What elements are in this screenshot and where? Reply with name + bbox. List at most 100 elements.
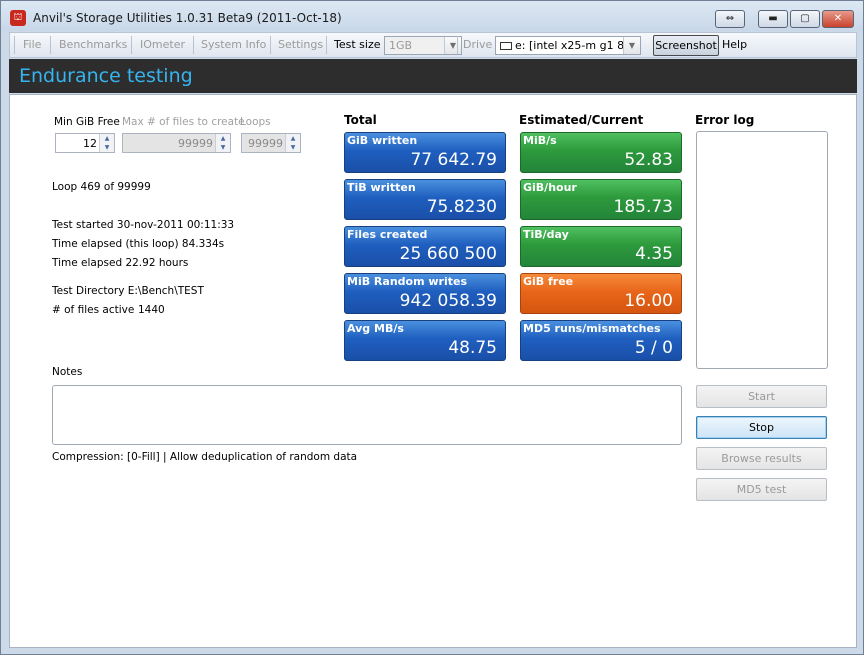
tile-label: TiB/day [523, 228, 569, 241]
swap-view-button[interactable]: ⇔ [715, 10, 745, 28]
tile-label: GiB free [523, 275, 574, 288]
menu-separator [193, 36, 194, 54]
drive-select[interactable]: e: [intel x25-m g1 80g ▼ [495, 36, 641, 55]
estimated-heading: Estimated/Current [519, 113, 644, 127]
tile-value: 77 642.79 [410, 150, 497, 170]
files-active-label: # of files active [52, 304, 135, 316]
notes-label: Notes [52, 366, 83, 378]
time-elapsed-loop: Time elapsed (this loop) 84.334s [52, 238, 225, 250]
tile-value: 4.35 [635, 244, 673, 264]
menu-help[interactable]: Help [722, 38, 747, 51]
menu-separator [457, 36, 458, 54]
test-size-select[interactable]: 1GB ▼ [384, 36, 462, 55]
tile-avg-mbs: Avg MB/s 48.75 [344, 320, 506, 361]
tile-label: GiB/hour [523, 181, 577, 194]
tile-label: MD5 runs/mismatches [523, 322, 661, 335]
stepper-buttons[interactable]: ▲ ▼ [99, 134, 114, 152]
window-title: Anvil's Storage Utilities 1.0.31 Beta9 (… [33, 11, 342, 25]
error-log-textarea[interactable] [696, 131, 828, 369]
tile-md5-runs: MD5 runs/mismatches 5 / 0 [520, 320, 682, 361]
min-gib-free-stepper[interactable]: 12 ▲ ▼ [55, 133, 115, 153]
time-elapsed-total: Time elapsed 22.92 hours [52, 257, 189, 269]
compression-info: Compression: [0-Fill] | Allow deduplicat… [52, 451, 358, 463]
app-window: ⛫ Anvil's Storage Utilities 1.0.31 Beta9… [0, 0, 864, 655]
menu-system-info[interactable]: System Info [201, 38, 266, 51]
maximize-button[interactable]: ▢ [790, 10, 820, 28]
main-panel: Min GiB Free Max # of files to create Lo… [9, 94, 857, 648]
page-title: Endurance testing [19, 65, 193, 87]
arrow-up-icon[interactable]: ▲ [286, 134, 300, 143]
total-heading: Total [344, 113, 377, 127]
tile-gib-hour: GiB/hour 185.73 [520, 179, 682, 220]
max-files-value: 99999 [178, 137, 213, 150]
tile-label: Avg MB/s [347, 322, 404, 335]
menu-benchmarks[interactable]: Benchmarks [59, 38, 127, 51]
max-files-label: Max # of files to create [122, 116, 245, 128]
md5-test-button[interactable]: MD5 test [696, 478, 827, 501]
page-header: Endurance testing [9, 59, 857, 93]
files-active-value: 1440 [138, 304, 165, 316]
tile-label: MiB Random writes [347, 275, 468, 288]
menu-bar: File Benchmarks IOmeter System Info Sett… [9, 32, 857, 58]
stepper-buttons[interactable]: ▲ ▼ [215, 134, 230, 152]
error-log-heading: Error log [695, 113, 755, 127]
arrow-down-icon[interactable]: ▼ [286, 143, 300, 152]
loops-value: 99999 [248, 137, 283, 150]
tile-value: 52.83 [624, 150, 673, 170]
tile-value: 5 / 0 [634, 338, 673, 358]
test-size-label: Test size [334, 38, 381, 51]
tile-mib-random-writes: MiB Random writes 942 058.39 [344, 273, 506, 314]
tile-label: Files created [347, 228, 428, 241]
screenshot-button[interactable]: Screenshot [653, 35, 719, 56]
tile-tib-day: TiB/day 4.35 [520, 226, 682, 267]
min-gib-free-value: 12 [83, 137, 97, 150]
drive-label: Drive [463, 38, 493, 51]
tile-label: GiB written [347, 134, 418, 147]
min-gib-free-label: Min GiB Free [54, 116, 120, 128]
loops-stepper[interactable]: 99999 ▲ ▼ [241, 133, 301, 153]
tile-value: 185.73 [613, 197, 673, 217]
test-directory: Test Directory E:\Bench\TEST [52, 285, 204, 297]
arrow-down-icon[interactable]: ▼ [216, 143, 230, 152]
menu-separator [131, 36, 132, 54]
loops-label: Loops [240, 116, 271, 128]
arrow-down-icon[interactable]: ▼ [100, 143, 114, 152]
tile-label: MiB/s [523, 134, 557, 147]
menu-settings[interactable]: Settings [278, 38, 323, 51]
chevron-down-icon: ▼ [444, 37, 461, 54]
arrow-up-icon[interactable]: ▲ [100, 134, 114, 143]
notes-textarea[interactable] [52, 385, 682, 445]
menu-separator [326, 36, 327, 54]
menu-separator [50, 36, 51, 54]
tile-value: 25 660 500 [399, 244, 497, 264]
tile-value: 16.00 [624, 291, 673, 311]
test-size-value: 1GB [389, 39, 413, 52]
tile-tib-written: TiB written 75.8230 [344, 179, 506, 220]
stop-button[interactable]: Stop [696, 416, 827, 439]
browse-results-button[interactable]: Browse results [696, 447, 827, 470]
menu-separator [14, 36, 15, 54]
title-bar[interactable]: ⛫ Anvil's Storage Utilities 1.0.31 Beta9… [1, 1, 863, 31]
tile-label: TiB written [347, 181, 416, 194]
tile-mibs: MiB/s 52.83 [520, 132, 682, 173]
tile-files-created: Files created 25 660 500 [344, 226, 506, 267]
close-button[interactable]: ✕ [822, 10, 854, 28]
stepper-buttons[interactable]: ▲ ▼ [285, 134, 300, 152]
menu-separator [270, 36, 271, 54]
tile-gib-written: GiB written 77 642.79 [344, 132, 506, 173]
anvil-app-icon: ⛫ [10, 10, 26, 26]
tile-gib-free: GiB free 16.00 [520, 273, 682, 314]
tile-value: 75.8230 [426, 197, 497, 217]
menu-iometer[interactable]: IOmeter [140, 38, 185, 51]
start-button[interactable]: Start [696, 385, 827, 408]
minimize-button[interactable]: ▬ [758, 10, 788, 28]
chevron-down-icon: ▼ [623, 37, 640, 54]
menu-file[interactable]: File [23, 38, 41, 51]
test-started: Test started 30-nov-2011 00:11:33 [52, 219, 235, 231]
loop-status: Loop 469 of 99999 [52, 181, 151, 193]
tile-value: 48.75 [448, 338, 497, 358]
drive-value: e: [intel x25-m g1 80g [515, 39, 639, 52]
max-files-stepper[interactable]: 99999 ▲ ▼ [122, 133, 231, 153]
arrow-up-icon[interactable]: ▲ [216, 134, 230, 143]
drive-icon [500, 42, 512, 50]
